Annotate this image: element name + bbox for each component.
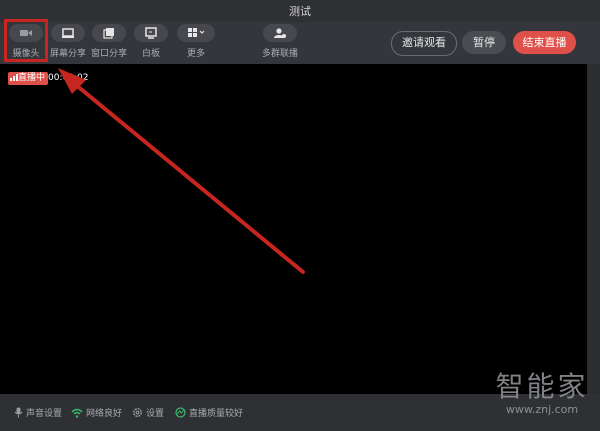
watermark-brand: 智能家 — [495, 370, 589, 403]
watermark: 智能家 www.znj.com — [488, 365, 596, 416]
